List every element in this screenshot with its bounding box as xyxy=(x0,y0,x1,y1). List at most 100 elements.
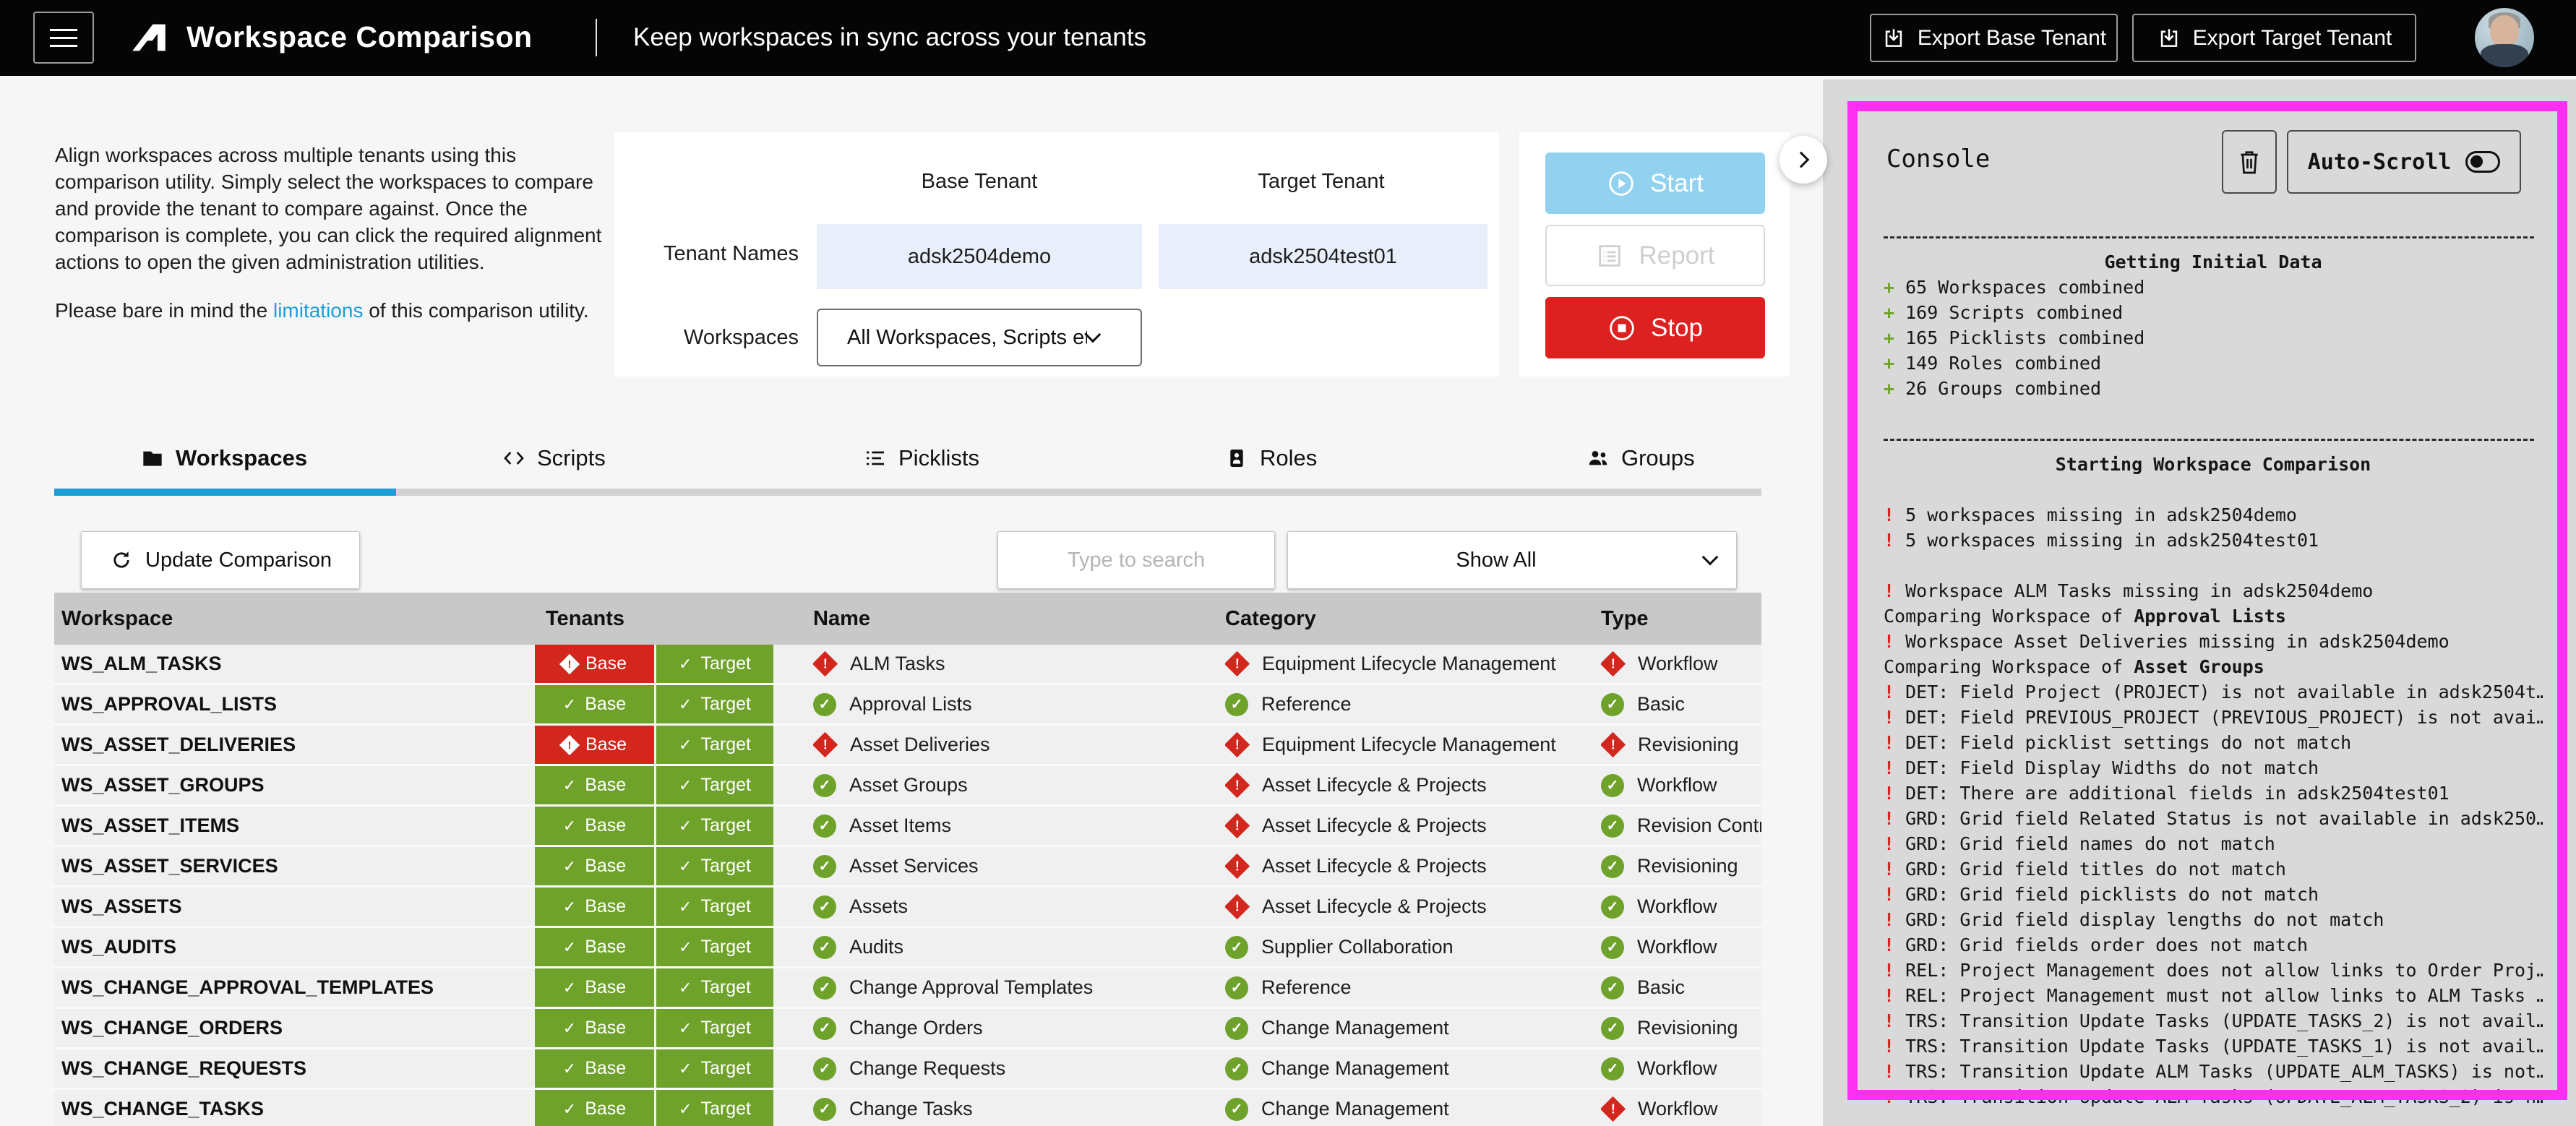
target-tenant-field[interactable]: adsk2504test01 xyxy=(1159,224,1487,289)
base-tenant-badge[interactable]: ✓Base xyxy=(535,888,654,926)
category-cell: !Asset Lifecycle & Projects xyxy=(1225,807,1594,845)
target-tenant-badge[interactable]: ✓Target xyxy=(656,847,773,885)
table-row[interactable]: WS_AUDITS✓Base✓Target✓Audits✓Supplier Co… xyxy=(54,928,1761,968)
table-row[interactable]: WS_ASSET_DELIVERIES!Base✓Target!Asset De… xyxy=(54,726,1761,766)
ok-check-icon: ✓ xyxy=(813,895,836,919)
search-input[interactable] xyxy=(997,531,1275,589)
tab-label: Workspaces xyxy=(176,445,307,471)
base-tenant-badge[interactable]: ✓Base xyxy=(535,685,654,723)
badge-label: Target xyxy=(700,1099,750,1119)
console-log[interactable]: Getting Initial Data+ 65 Workspaces comb… xyxy=(1884,224,2543,1126)
error-diamond-icon: ! xyxy=(1601,651,1626,676)
tab-groups[interactable]: Groups xyxy=(1587,428,1695,489)
col-header-workspace: Workspace xyxy=(61,593,173,645)
type-cell: ✓Basic xyxy=(1601,685,1761,723)
auto-scroll-button[interactable]: Auto-Scroll xyxy=(2287,130,2521,194)
stop-button[interactable]: Stop xyxy=(1545,297,1765,358)
table-row[interactable]: WS_CHANGE_REQUESTS✓Base✓Target✓Change Re… xyxy=(54,1049,1761,1090)
target-tenant-badge[interactable]: ✓Target xyxy=(656,685,773,723)
target-tenant-badge[interactable]: ✓Target xyxy=(656,645,773,683)
console-collapse-button[interactable] xyxy=(1779,136,1827,184)
base-tenant-badge[interactable]: ✓Base xyxy=(535,1009,654,1047)
type-text: Workflow xyxy=(1637,774,1717,796)
workspace-id: WS_ASSET_SERVICES xyxy=(61,847,278,885)
tab-picklists[interactable]: Picklists xyxy=(864,428,979,489)
table-row[interactable]: WS_ASSET_ITEMS✓Base✓Target✓Asset Items!A… xyxy=(54,807,1761,847)
filter-select[interactable]: Show All xyxy=(1287,531,1737,589)
target-tenant-badge[interactable]: ✓Target xyxy=(656,968,773,1007)
workspaces-label: Workspaces xyxy=(618,326,799,350)
report-list-icon xyxy=(1595,241,1624,270)
tab-workspaces[interactable]: Workspaces xyxy=(141,428,307,489)
category-cell: !Equipment Lifecycle Management xyxy=(1225,645,1594,683)
badge-label: Target xyxy=(700,775,750,796)
base-tenant-badge[interactable]: !Base xyxy=(535,726,654,764)
check-icon: ✓ xyxy=(563,1060,576,1078)
base-tenant-badge[interactable]: ✓Base xyxy=(535,928,654,966)
table-row[interactable]: WS_CHANGE_ORDERS✓Base✓Target✓Change Orde… xyxy=(54,1009,1761,1049)
base-tenant-badge[interactable]: ✓Base xyxy=(535,766,654,804)
menu-button[interactable] xyxy=(33,12,94,64)
category-text: Equipment Lifecycle Management xyxy=(1262,734,1556,756)
name-cell: ✓Asset Groups xyxy=(813,766,1218,804)
autodesk-logo-icon xyxy=(129,19,169,56)
refresh-icon xyxy=(109,548,134,572)
target-tenant-badge[interactable]: ✓Target xyxy=(656,766,773,804)
base-tenant-badge[interactable]: ✓Base xyxy=(535,1049,654,1088)
table-row[interactable]: WS_ALM_TASKS!Base✓Target!ALM Tasks!Equip… xyxy=(54,645,1761,685)
table-row[interactable]: WS_CHANGE_APPROVAL_TEMPLATES ✓Base✓Target… xyxy=(54,968,1761,1009)
name-cell: ✓Change Orders xyxy=(813,1009,1218,1047)
name-cell: ✓Change Approval Templates xyxy=(813,968,1218,1007)
type-text: Workflow xyxy=(1637,895,1717,918)
tab-scripts[interactable]: Scripts xyxy=(502,428,606,489)
intro-paragraph: Align workspaces across multiple tenants… xyxy=(55,142,607,275)
workspace-id: WS_CHANGE_APPROVAL_TEMPLATES xyxy=(61,968,434,1007)
table-row[interactable]: WS_ASSETS✓Base✓Target✓Assets!Asset Lifec… xyxy=(54,888,1761,928)
error-diamond-icon: ! xyxy=(1225,651,1250,676)
ok-check-icon: ✓ xyxy=(813,774,836,797)
export-target-tenant-button[interactable]: Export Target Tenant xyxy=(2132,14,2416,62)
target-tenant-badge[interactable]: ✓Target xyxy=(656,1049,773,1088)
console-line: ! GRD: Grid field Related Status is not … xyxy=(1884,806,2543,831)
report-button[interactable]: Report xyxy=(1545,225,1765,286)
target-tenant-badge[interactable]: ✓Target xyxy=(656,928,773,966)
target-tenant-badge[interactable]: ✓Target xyxy=(656,1090,773,1126)
download-icon xyxy=(1881,26,1906,51)
name-text: Change Tasks xyxy=(849,1098,973,1120)
error-diamond-icon: ! xyxy=(1225,773,1250,798)
clear-console-button[interactable] xyxy=(2222,130,2277,194)
base-tenant-badge[interactable]: ✓Base xyxy=(535,968,654,1007)
workspace-id: WS_ASSET_GROUPS xyxy=(61,766,265,804)
table-row[interactable]: WS_ASSET_SERVICES✓Base✓Target✓Asset Serv… xyxy=(54,847,1761,888)
target-tenant-badge[interactable]: ✓Target xyxy=(656,807,773,845)
start-button[interactable]: Start xyxy=(1545,152,1765,214)
base-tenant-badge[interactable]: ✓Base xyxy=(535,807,654,845)
auto-scroll-toggle[interactable] xyxy=(2465,151,2500,173)
table-row[interactable]: WS_APPROVAL_LISTS✓Base✓Target✓Approval L… xyxy=(54,685,1761,726)
base-tenant-badge[interactable]: !Base xyxy=(535,645,654,683)
type-cell: ✓Workflow xyxy=(1601,888,1761,926)
ok-check-icon: ✓ xyxy=(1601,936,1624,959)
tab-roles[interactable]: Roles xyxy=(1225,428,1317,489)
hamburger-icon xyxy=(50,29,77,31)
base-tenant-field[interactable]: adsk2504demo xyxy=(817,224,1142,289)
target-tenant-badge[interactable]: ✓Target xyxy=(656,1009,773,1047)
export-base-tenant-button[interactable]: Export Base Tenant xyxy=(1870,14,2118,62)
user-avatar[interactable] xyxy=(2475,8,2534,67)
limitations-link[interactable]: limitations xyxy=(273,299,363,322)
update-comparison-button[interactable]: Update Comparison xyxy=(81,531,360,589)
type-text: Workflow xyxy=(1638,653,1718,675)
base-tenant-badge[interactable]: ✓Base xyxy=(535,1090,654,1126)
table-row[interactable]: WS_ASSET_GROUPS✓Base✓Target✓Asset Groups… xyxy=(54,766,1761,807)
ok-check-icon: ✓ xyxy=(1225,1017,1248,1040)
base-tenant-badge[interactable]: ✓Base xyxy=(535,847,654,885)
console-line: ! DET: Field picklist settings do not ma… xyxy=(1884,730,2543,755)
type-text: Workflow xyxy=(1637,1057,1717,1080)
target-tenant-badge[interactable]: ✓Target xyxy=(656,726,773,764)
type-cell: !Revisioning xyxy=(1601,726,1761,764)
workspaces-select[interactable]: All Workspaces, Scripts et xyxy=(817,309,1142,366)
col-header-category: Category xyxy=(1225,593,1316,645)
table-row[interactable]: WS_CHANGE_TASKS✓Base✓Target✓Change Tasks… xyxy=(54,1090,1761,1126)
target-tenant-badge[interactable]: ✓Target xyxy=(656,888,773,926)
type-text: Basic xyxy=(1637,693,1685,715)
